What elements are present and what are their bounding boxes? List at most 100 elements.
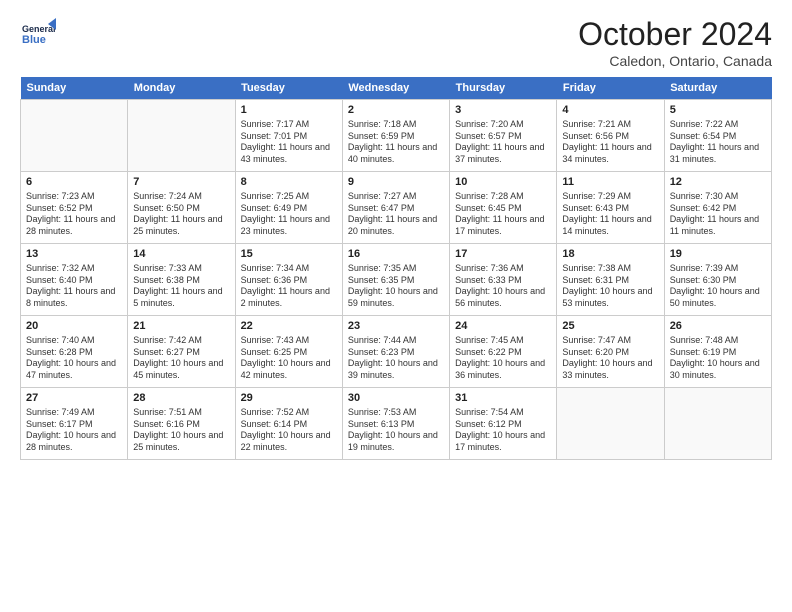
calendar-cell: 6Sunrise: 7:23 AM Sunset: 6:52 PM Daylig… xyxy=(21,172,128,244)
day-info: Sunrise: 7:42 AM Sunset: 6:27 PM Dayligh… xyxy=(133,335,229,382)
day-info: Sunrise: 7:47 AM Sunset: 6:20 PM Dayligh… xyxy=(562,335,658,382)
calendar-cell: 30Sunrise: 7:53 AM Sunset: 6:13 PM Dayli… xyxy=(342,388,449,460)
calendar-cell: 14Sunrise: 7:33 AM Sunset: 6:38 PM Dayli… xyxy=(128,244,235,316)
day-number: 1 xyxy=(241,103,337,118)
calendar-cell: 27Sunrise: 7:49 AM Sunset: 6:17 PM Dayli… xyxy=(21,388,128,460)
header-sunday: Sunday xyxy=(21,77,128,100)
day-number: 18 xyxy=(562,247,658,262)
day-number: 15 xyxy=(241,247,337,262)
calendar-cell xyxy=(664,388,771,460)
day-number: 27 xyxy=(26,391,122,406)
calendar-cell: 2Sunrise: 7:18 AM Sunset: 6:59 PM Daylig… xyxy=(342,100,449,172)
header: General Blue October 2024 Caledon, Ontar… xyxy=(20,16,772,69)
day-number: 17 xyxy=(455,247,551,262)
day-info: Sunrise: 7:54 AM Sunset: 6:12 PM Dayligh… xyxy=(455,407,551,454)
day-number: 24 xyxy=(455,319,551,334)
day-number: 19 xyxy=(670,247,766,262)
day-info: Sunrise: 7:33 AM Sunset: 6:38 PM Dayligh… xyxy=(133,263,229,310)
svg-text:Blue: Blue xyxy=(22,34,46,46)
header-monday: Monday xyxy=(128,77,235,100)
day-info: Sunrise: 7:38 AM Sunset: 6:31 PM Dayligh… xyxy=(562,263,658,310)
calendar-cell: 1Sunrise: 7:17 AM Sunset: 7:01 PM Daylig… xyxy=(235,100,342,172)
calendar-week-1: 6Sunrise: 7:23 AM Sunset: 6:52 PM Daylig… xyxy=(21,172,772,244)
calendar-week-0: 1Sunrise: 7:17 AM Sunset: 7:01 PM Daylig… xyxy=(21,100,772,172)
day-info: Sunrise: 7:39 AM Sunset: 6:30 PM Dayligh… xyxy=(670,263,766,310)
day-info: Sunrise: 7:44 AM Sunset: 6:23 PM Dayligh… xyxy=(348,335,444,382)
day-info: Sunrise: 7:36 AM Sunset: 6:33 PM Dayligh… xyxy=(455,263,551,310)
header-tuesday: Tuesday xyxy=(235,77,342,100)
calendar-cell: 31Sunrise: 7:54 AM Sunset: 6:12 PM Dayli… xyxy=(450,388,557,460)
day-info: Sunrise: 7:49 AM Sunset: 6:17 PM Dayligh… xyxy=(26,407,122,454)
day-number: 2 xyxy=(348,103,444,118)
calendar-cell: 25Sunrise: 7:47 AM Sunset: 6:20 PM Dayli… xyxy=(557,316,664,388)
day-number: 16 xyxy=(348,247,444,262)
logo: General Blue xyxy=(20,16,56,52)
calendar-week-2: 13Sunrise: 7:32 AM Sunset: 6:40 PM Dayli… xyxy=(21,244,772,316)
day-number: 23 xyxy=(348,319,444,334)
calendar-cell: 29Sunrise: 7:52 AM Sunset: 6:14 PM Dayli… xyxy=(235,388,342,460)
day-number: 14 xyxy=(133,247,229,262)
header-friday: Friday xyxy=(557,77,664,100)
calendar-cell xyxy=(128,100,235,172)
day-number: 30 xyxy=(348,391,444,406)
calendar-cell: 17Sunrise: 7:36 AM Sunset: 6:33 PM Dayli… xyxy=(450,244,557,316)
day-number: 20 xyxy=(26,319,122,334)
logo-icon: General Blue xyxy=(20,16,56,52)
day-number: 4 xyxy=(562,103,658,118)
calendar-cell xyxy=(21,100,128,172)
calendar-cell: 26Sunrise: 7:48 AM Sunset: 6:19 PM Dayli… xyxy=(664,316,771,388)
calendar-week-4: 27Sunrise: 7:49 AM Sunset: 6:17 PM Dayli… xyxy=(21,388,772,460)
calendar-cell: 28Sunrise: 7:51 AM Sunset: 6:16 PM Dayli… xyxy=(128,388,235,460)
day-info: Sunrise: 7:35 AM Sunset: 6:35 PM Dayligh… xyxy=(348,263,444,310)
day-number: 29 xyxy=(241,391,337,406)
day-info: Sunrise: 7:21 AM Sunset: 6:56 PM Dayligh… xyxy=(562,119,658,166)
calendar-cell: 23Sunrise: 7:44 AM Sunset: 6:23 PM Dayli… xyxy=(342,316,449,388)
calendar-cell xyxy=(557,388,664,460)
day-info: Sunrise: 7:43 AM Sunset: 6:25 PM Dayligh… xyxy=(241,335,337,382)
day-number: 28 xyxy=(133,391,229,406)
day-info: Sunrise: 7:51 AM Sunset: 6:16 PM Dayligh… xyxy=(133,407,229,454)
day-info: Sunrise: 7:28 AM Sunset: 6:45 PM Dayligh… xyxy=(455,191,551,238)
calendar-cell: 11Sunrise: 7:29 AM Sunset: 6:43 PM Dayli… xyxy=(557,172,664,244)
day-info: Sunrise: 7:45 AM Sunset: 6:22 PM Dayligh… xyxy=(455,335,551,382)
day-info: Sunrise: 7:34 AM Sunset: 6:36 PM Dayligh… xyxy=(241,263,337,310)
day-number: 7 xyxy=(133,175,229,190)
calendar-cell: 24Sunrise: 7:45 AM Sunset: 6:22 PM Dayli… xyxy=(450,316,557,388)
header-thursday: Thursday xyxy=(450,77,557,100)
calendar-cell: 22Sunrise: 7:43 AM Sunset: 6:25 PM Dayli… xyxy=(235,316,342,388)
calendar-body: 1Sunrise: 7:17 AM Sunset: 7:01 PM Daylig… xyxy=(21,100,772,460)
day-number: 8 xyxy=(241,175,337,190)
header-saturday: Saturday xyxy=(664,77,771,100)
day-number: 5 xyxy=(670,103,766,118)
day-info: Sunrise: 7:24 AM Sunset: 6:50 PM Dayligh… xyxy=(133,191,229,238)
calendar-cell: 9Sunrise: 7:27 AM Sunset: 6:47 PM Daylig… xyxy=(342,172,449,244)
day-number: 12 xyxy=(670,175,766,190)
calendar-cell: 18Sunrise: 7:38 AM Sunset: 6:31 PM Dayli… xyxy=(557,244,664,316)
day-number: 31 xyxy=(455,391,551,406)
calendar-cell: 12Sunrise: 7:30 AM Sunset: 6:42 PM Dayli… xyxy=(664,172,771,244)
calendar-cell: 3Sunrise: 7:20 AM Sunset: 6:57 PM Daylig… xyxy=(450,100,557,172)
calendar-table: Sunday Monday Tuesday Wednesday Thursday… xyxy=(20,77,772,460)
calendar-week-3: 20Sunrise: 7:40 AM Sunset: 6:28 PM Dayli… xyxy=(21,316,772,388)
calendar-cell: 4Sunrise: 7:21 AM Sunset: 6:56 PM Daylig… xyxy=(557,100,664,172)
calendar-page: General Blue October 2024 Caledon, Ontar… xyxy=(0,0,792,612)
day-number: 10 xyxy=(455,175,551,190)
day-info: Sunrise: 7:30 AM Sunset: 6:42 PM Dayligh… xyxy=(670,191,766,238)
calendar-cell: 20Sunrise: 7:40 AM Sunset: 6:28 PM Dayli… xyxy=(21,316,128,388)
calendar-cell: 7Sunrise: 7:24 AM Sunset: 6:50 PM Daylig… xyxy=(128,172,235,244)
calendar-cell: 8Sunrise: 7:25 AM Sunset: 6:49 PM Daylig… xyxy=(235,172,342,244)
calendar-cell: 15Sunrise: 7:34 AM Sunset: 6:36 PM Dayli… xyxy=(235,244,342,316)
calendar-cell: 16Sunrise: 7:35 AM Sunset: 6:35 PM Dayli… xyxy=(342,244,449,316)
day-info: Sunrise: 7:53 AM Sunset: 6:13 PM Dayligh… xyxy=(348,407,444,454)
calendar-cell: 21Sunrise: 7:42 AM Sunset: 6:27 PM Dayli… xyxy=(128,316,235,388)
calendar-cell: 10Sunrise: 7:28 AM Sunset: 6:45 PM Dayli… xyxy=(450,172,557,244)
calendar-header: Sunday Monday Tuesday Wednesday Thursday… xyxy=(21,77,772,100)
day-info: Sunrise: 7:25 AM Sunset: 6:49 PM Dayligh… xyxy=(241,191,337,238)
month-title: October 2024 xyxy=(578,16,772,53)
day-info: Sunrise: 7:29 AM Sunset: 6:43 PM Dayligh… xyxy=(562,191,658,238)
day-number: 3 xyxy=(455,103,551,118)
day-info: Sunrise: 7:52 AM Sunset: 6:14 PM Dayligh… xyxy=(241,407,337,454)
calendar-cell: 5Sunrise: 7:22 AM Sunset: 6:54 PM Daylig… xyxy=(664,100,771,172)
day-number: 22 xyxy=(241,319,337,334)
day-info: Sunrise: 7:20 AM Sunset: 6:57 PM Dayligh… xyxy=(455,119,551,166)
